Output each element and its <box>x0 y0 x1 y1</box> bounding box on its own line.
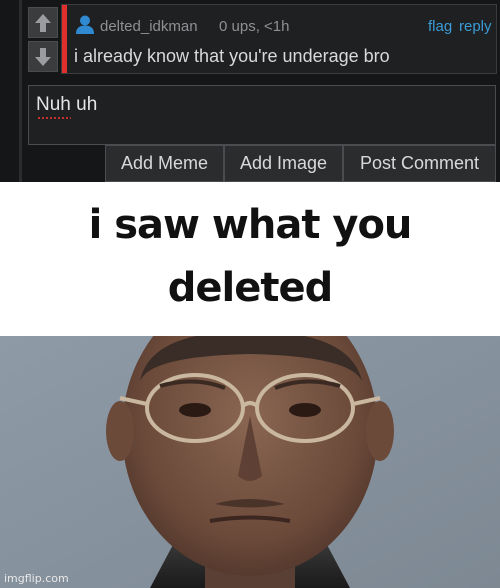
add-meme-button[interactable]: Add Meme <box>105 145 224 182</box>
add-image-button[interactable]: Add Image <box>224 145 343 182</box>
user-icon[interactable] <box>75 14 95 39</box>
thread-line <box>19 0 22 182</box>
post-comment-button[interactable]: Post Comment <box>343 145 496 182</box>
reply-input-text: Nuh uh <box>36 94 98 115</box>
highlight-bar <box>62 5 67 73</box>
comment-text: i already know that you're underage bro <box>74 46 390 66</box>
vote-column <box>28 7 58 73</box>
comment-username[interactable]: delted_idkman <box>100 18 198 35</box>
comment-card: delted_idkman 0 ups, <1h flag reply i al… <box>61 4 497 74</box>
reply-link[interactable]: reply <box>459 18 492 35</box>
portrait-illustration <box>0 336 500 588</box>
reply-actions: Add Meme Add Image Post Comment <box>105 145 496 182</box>
flag-link[interactable]: flag <box>428 18 452 35</box>
upvote-button[interactable] <box>28 7 58 38</box>
reply-input[interactable]: Nuh uh <box>28 85 496 145</box>
meme-caption-line2: deleted <box>167 265 333 311</box>
comment-section: delted_idkman 0 ups, <1h flag reply i al… <box>0 0 500 182</box>
spellcheck-underline <box>37 117 71 119</box>
meme-photo: imgflip.com <box>0 336 500 588</box>
arrow-down-icon <box>35 47 51 66</box>
downvote-button[interactable] <box>28 41 58 72</box>
watermark: imgflip.com <box>4 572 69 585</box>
meme-image: i saw what you deleted imgflip.com <box>0 182 500 588</box>
meme-caption-line1: i saw what you <box>88 202 413 248</box>
comment-meta: 0 ups, <1h <box>219 18 290 35</box>
arrow-up-icon <box>35 13 51 32</box>
